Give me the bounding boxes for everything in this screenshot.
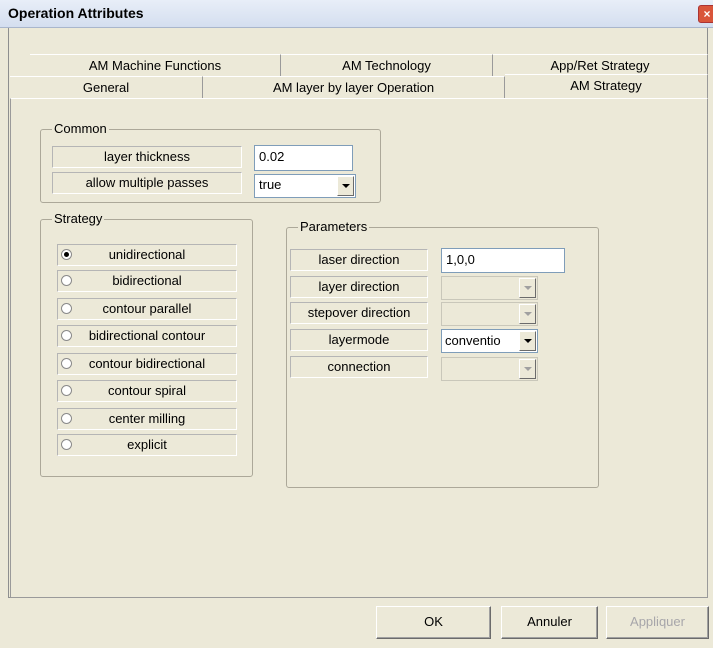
strategy-option-contour-parallel[interactable]: contour parallel [57, 298, 237, 320]
strategy-group-title: Strategy [52, 211, 105, 226]
tab-app-ret-strategy[interactable]: App/Ret Strategy [493, 54, 708, 76]
radio-label: contour bidirectional [88, 356, 206, 371]
allow-multiple-passes-select[interactable]: true [254, 174, 356, 198]
tab-label: AM Machine Functions [88, 58, 222, 73]
strategy-option-explicit[interactable]: explicit [57, 434, 237, 456]
chevron-down-icon[interactable] [519, 331, 536, 351]
radio-label: bidirectional [112, 273, 182, 288]
chevron-down-icon[interactable] [519, 304, 536, 324]
layer-direction-select[interactable] [441, 276, 538, 300]
tab-am-strategy[interactable]: AM Strategy [505, 74, 708, 100]
radio-label: bidirectional contour [88, 328, 206, 343]
apply-button[interactable]: Appliquer [606, 606, 709, 639]
tab-label: AM layer by layer Operation [272, 80, 435, 95]
radio-icon[interactable] [61, 275, 72, 286]
radio-icon[interactable] [61, 413, 72, 424]
tab-label: AM Technology [342, 58, 431, 73]
tab-am-technology[interactable]: AM Technology [281, 54, 493, 76]
radio-label: contour spiral [107, 383, 187, 398]
radio-icon[interactable] [61, 330, 72, 341]
radio-label: center milling [108, 411, 186, 426]
layer-direction-label: layer direction [290, 276, 428, 298]
strategy-option-contour-bidirectional[interactable]: contour bidirectional [57, 353, 237, 375]
window-title: Operation Attributes [8, 5, 144, 21]
allow-multiple-passes-value: true [259, 177, 282, 192]
radio-icon[interactable] [61, 303, 72, 314]
layer-thickness-label: layer thickness [52, 146, 242, 168]
chevron-down-icon[interactable] [519, 278, 536, 298]
chevron-down-icon[interactable] [519, 359, 536, 379]
layermode-value: conventio [445, 333, 501, 348]
strategy-option-center-milling[interactable]: center milling [57, 408, 237, 430]
strategy-option-bidirectional-contour[interactable]: bidirectional contour [57, 325, 237, 347]
layermode-label: layermode [290, 329, 428, 351]
radio-icon[interactable] [61, 439, 72, 450]
parameters-group-title: Parameters [298, 219, 370, 234]
strategy-option-bidirectional[interactable]: bidirectional [57, 270, 237, 292]
laser-direction-label: laser direction [290, 249, 428, 271]
strategy-option-unidirectional[interactable]: unidirectional [57, 244, 237, 266]
radio-label: explicit [127, 437, 167, 452]
strategy-option-contour-spiral[interactable]: contour spiral [57, 380, 237, 402]
radio-checked-icon[interactable] [61, 249, 72, 260]
radio-icon[interactable] [61, 385, 72, 396]
close-icon[interactable]: × [698, 5, 713, 23]
cancel-button[interactable]: Annuler [501, 606, 598, 639]
tab-am-machine-functions[interactable]: AM Machine Functions [30, 54, 281, 76]
chevron-down-icon[interactable] [337, 176, 354, 196]
radio-label: unidirectional [108, 247, 186, 262]
ok-button[interactable]: OK [376, 606, 491, 639]
tab-general[interactable]: General [10, 76, 203, 98]
tab-label: General [82, 80, 130, 95]
tab-label: App/Ret Strategy [550, 58, 650, 73]
allow-multiple-passes-label: allow multiple passes [52, 172, 242, 194]
tab-am-layer-by-layer-operation[interactable]: AM layer by layer Operation [203, 76, 505, 98]
connection-label: connection [290, 356, 428, 378]
laser-direction-input[interactable]: 1,0,0 [441, 248, 565, 273]
stepover-direction-select[interactable] [441, 302, 538, 326]
radio-icon[interactable] [61, 358, 72, 369]
stepover-direction-label: stepover direction [290, 302, 428, 324]
connection-select[interactable] [441, 357, 538, 381]
common-group-title: Common [52, 121, 109, 136]
radio-label: contour parallel [102, 301, 192, 316]
tab-label: AM Strategy [570, 78, 642, 93]
layermode-select[interactable]: conventio [441, 329, 538, 353]
layer-thickness-input[interactable]: 0.02 [254, 145, 353, 171]
